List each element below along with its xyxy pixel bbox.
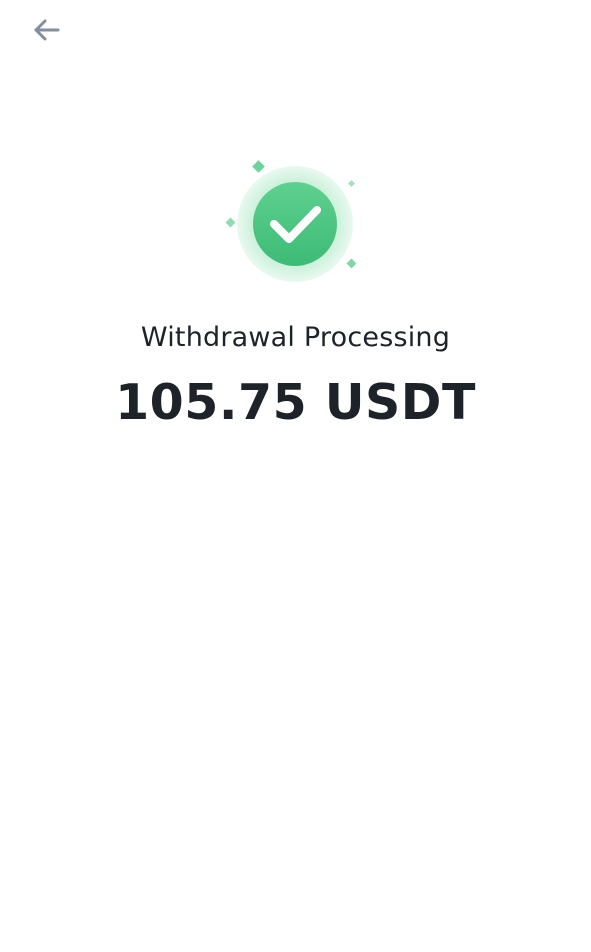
withdrawal-amount: 105.75 USDT xyxy=(115,374,476,431)
sparkle-decoration xyxy=(225,217,236,228)
sparkle-decoration xyxy=(252,160,265,173)
sparkle-decoration xyxy=(347,179,356,188)
success-illustration xyxy=(0,0,591,300)
status-title: Withdrawal Processing xyxy=(140,322,451,353)
success-circle xyxy=(253,182,337,266)
sparkle-decoration xyxy=(346,258,357,269)
